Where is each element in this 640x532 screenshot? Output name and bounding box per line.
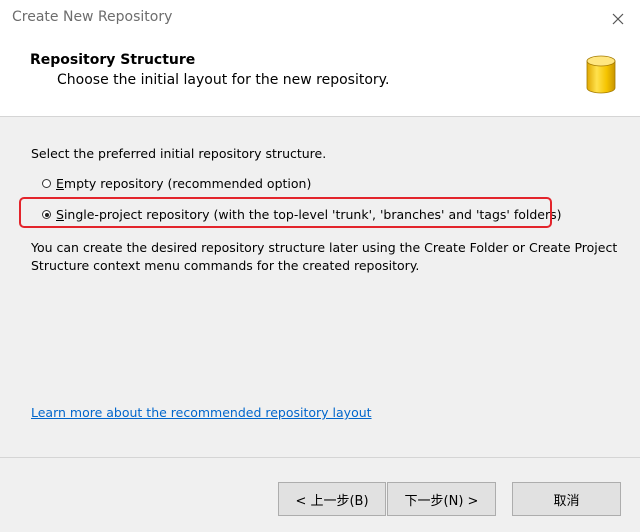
wizard-header: Repository Structure Choose the initial … <box>0 38 640 117</box>
radio-checked[interactable] <box>42 210 51 219</box>
learn-more-link[interactable]: Learn more about the recommended reposit… <box>31 405 372 420</box>
structure-info-text: You can create the desired repository st… <box>31 240 618 273</box>
radio-unchecked[interactable] <box>42 179 51 188</box>
database-icon <box>585 55 617 99</box>
page-title: Repository Structure <box>30 52 196 68</box>
single-project-repository-option[interactable]: Single-project repository (with the top-… <box>42 207 562 222</box>
back-button[interactable]: < 上一步(B) <box>278 482 386 516</box>
title-bar: Create New Repository <box>0 0 640 38</box>
single-project-repository-label: Single-project repository (with the top-… <box>56 207 562 222</box>
page-subtitle: Choose the initial layout for the new re… <box>57 72 390 88</box>
close-icon[interactable] <box>606 7 630 31</box>
cancel-button[interactable]: 取消 <box>512 482 621 516</box>
wizard-content: Select the preferred initial repository … <box>0 117 640 457</box>
structure-prompt: Select the preferred initial repository … <box>31 146 327 161</box>
next-button[interactable]: 下一步(N) > <box>387 482 496 516</box>
empty-repository-label: Empty repository (recommended option) <box>56 176 312 191</box>
empty-repository-option[interactable]: Empty repository (recommended option) <box>42 176 311 191</box>
wizard-footer: < 上一步(B) 下一步(N) > 取消 <box>0 457 640 532</box>
window-title: Create New Repository <box>12 9 173 25</box>
